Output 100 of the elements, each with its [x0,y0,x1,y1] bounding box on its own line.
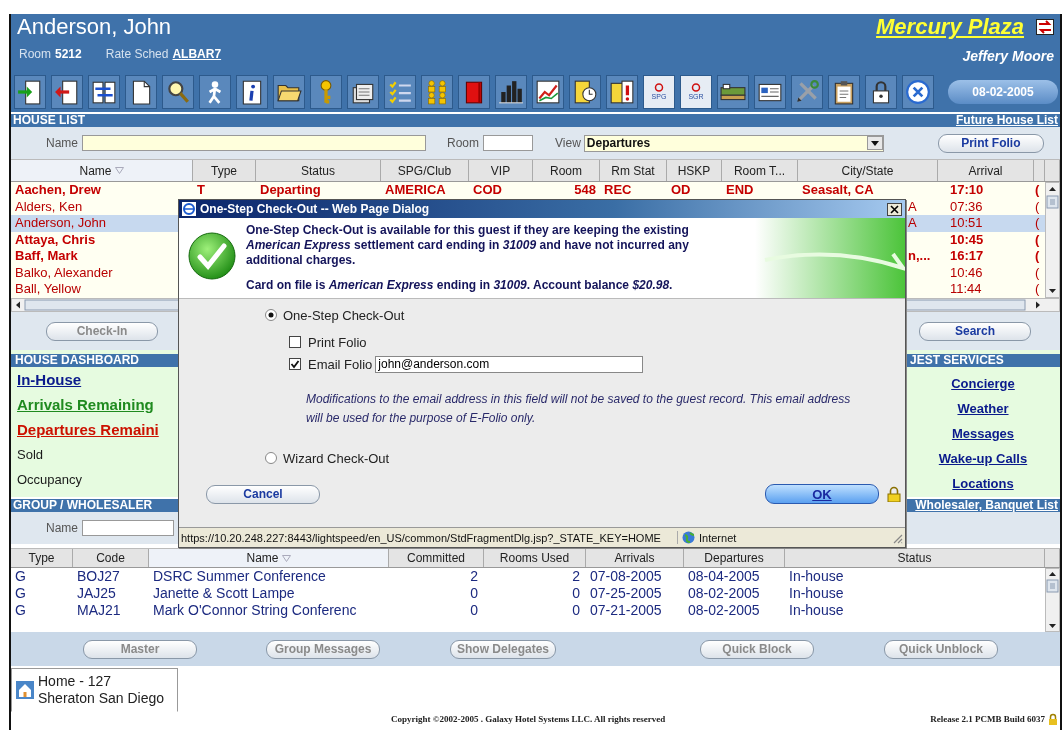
close-icon[interactable] [887,202,902,216]
checkbox[interactable] [289,336,301,348]
alert-page-icon[interactable] [606,75,638,109]
checkbox-label[interactable]: Print Folio [308,334,367,350]
table-cell: 07-21-2005 [590,602,662,618]
column-header[interactable]: VIP [469,160,533,181]
checkmark-icon [187,231,237,281]
column-header[interactable]: Room T... [722,160,798,181]
service-link[interactable]: Weather [957,396,1009,421]
rate-label: Rate Sched [105,47,169,61]
table-cell: G [15,568,26,584]
dashboard-link[interactable]: Arrivals Remaining [11,392,178,417]
person-icon[interactable] [199,75,231,109]
home-tab[interactable]: Home - 127 Sheraton San Diego [11,668,178,712]
dashboard-link[interactable]: Departures Remaini [11,417,178,442]
table-cell: In-house [789,602,844,618]
tools-icon[interactable] [791,75,823,109]
table-cell: Departing [260,182,321,197]
column-header[interactable]: Name [149,549,389,567]
name-field[interactable] [82,135,426,151]
table-cell: ( [1035,281,1040,296]
dashboard-link[interactable]: In-House [11,367,178,392]
ring-icon [690,83,702,92]
name-field[interactable] [82,520,174,536]
note-text: Modifications to the email address in this field will not be saved to the guest record. This email address will be used for the purpose of E-Folio only. [306,391,852,427]
email-field[interactable]: john@anderson.com [375,355,644,373]
table-cell: 10:46 [950,264,983,280]
people-icon[interactable] [421,75,453,109]
book-icon[interactable] [458,75,490,109]
service-link[interactable]: Messages [951,421,1015,446]
service-link[interactable]: Concierge [951,371,1015,396]
option-label[interactable]: Wizard Check-Out [283,450,390,466]
folder-icon[interactable] [273,75,305,109]
column-header[interactable]: SPG/Club [381,160,469,181]
action-button[interactable]: Search [919,321,1031,341]
service-link[interactable]: Wake-up Calls [938,446,1028,471]
table-cell: 0 [572,585,580,601]
view-select[interactable]: Departures [583,134,884,152]
table-cell: 07-08-2005 [590,568,662,584]
checklist-icon[interactable] [384,75,416,109]
table-cell: 17:10 [950,182,984,197]
service-link[interactable]: Locations [952,471,1014,496]
option-label[interactable]: One-Step Check-Out [283,307,405,323]
table-cell: ( [1035,182,1040,197]
table-cell: Janette & Scott Lampe [153,585,295,601]
zone-text: Internet [699,531,737,544]
info-icon[interactable] [236,75,268,109]
table-cell: 08-02-2005 [688,602,760,618]
scrollbar[interactable] [1045,568,1060,632]
table-cell: Mark O'Connor String Conferenc [153,602,357,618]
clipboard-icon[interactable] [828,75,860,109]
column-header[interactable]: Room [533,160,600,181]
rate-link[interactable]: ALBAR7 [172,47,222,61]
ok-button[interactable]: OK [765,484,879,504]
table-cell: Seasalt, CA [802,182,874,197]
table-cell: OD [671,182,691,197]
column-header[interactable]: City/State [798,160,938,181]
column-header[interactable]: Type [193,160,256,181]
column-header[interactable]: Arrival [938,160,1034,181]
clock-page-icon[interactable] [569,75,601,109]
key-icon[interactable] [310,75,342,109]
message-text: One-Step Check-Out is available for this guest if they are keeping the existing American Express settlement card ending in 31009 and have not incurred any additional charges. [246,223,690,268]
date-label: 08-02-2005 [948,80,1058,104]
hotel-link[interactable]: Mercury Plaza [876,14,1024,40]
padlock-icon [887,486,901,502]
card-icon[interactable] [754,75,786,109]
table-cell: 0 [470,585,478,601]
scrollbar[interactable] [1045,182,1060,298]
caret-icon[interactable] [866,136,883,150]
table-cell: ( [1035,198,1040,214]
table-cell: ( [1035,264,1040,280]
arrows-icon[interactable] [1036,19,1054,35]
column-header[interactable]: Name [11,160,193,181]
table-cell: G [15,585,26,601]
papers-icon[interactable] [347,75,379,109]
close-icon[interactable] [902,75,934,109]
bed-icon[interactable] [717,75,749,109]
release-text: Release 2.1 PCMB Build 6037 [930,714,1045,724]
padlock-icon[interactable] [865,75,897,109]
room-field[interactable] [483,135,534,151]
chart-icon[interactable] [532,75,564,109]
checkbox[interactable] [289,358,301,370]
radio-button[interactable] [265,452,277,464]
column-header[interactable]: HSKP [667,160,722,181]
column-header[interactable]: Type [11,549,73,567]
view-label: View [555,136,581,150]
card-info-text: Card on file is American Express ending in 31009. Account balance $20.98. [246,278,674,293]
doors-icon[interactable] [88,75,120,109]
column-header[interactable]: Status [256,160,381,181]
table-cell: Aachen, Drew [15,182,101,197]
print-folio-button[interactable]: Print Folio [937,133,1044,153]
column-header[interactable]: Rm Stat [600,160,667,181]
wholesaler-list-link[interactable]: Wholesaler, Banquet List [915,499,1058,512]
guest-name: Anderson, John [17,14,173,40]
table-row[interactable]: Aachen, Drew T Departing AMERICA COD 548 REC OD END Seasalt, CA 17:10 ( [11,182,1045,199]
cancel-button[interactable]: Cancel [206,484,320,504]
future-house-list-link[interactable]: Future House List [956,114,1058,127]
magnifier-icon[interactable] [162,75,194,109]
radio-button[interactable] [265,309,277,321]
checkbox-label[interactable]: Email Folio [308,356,373,372]
